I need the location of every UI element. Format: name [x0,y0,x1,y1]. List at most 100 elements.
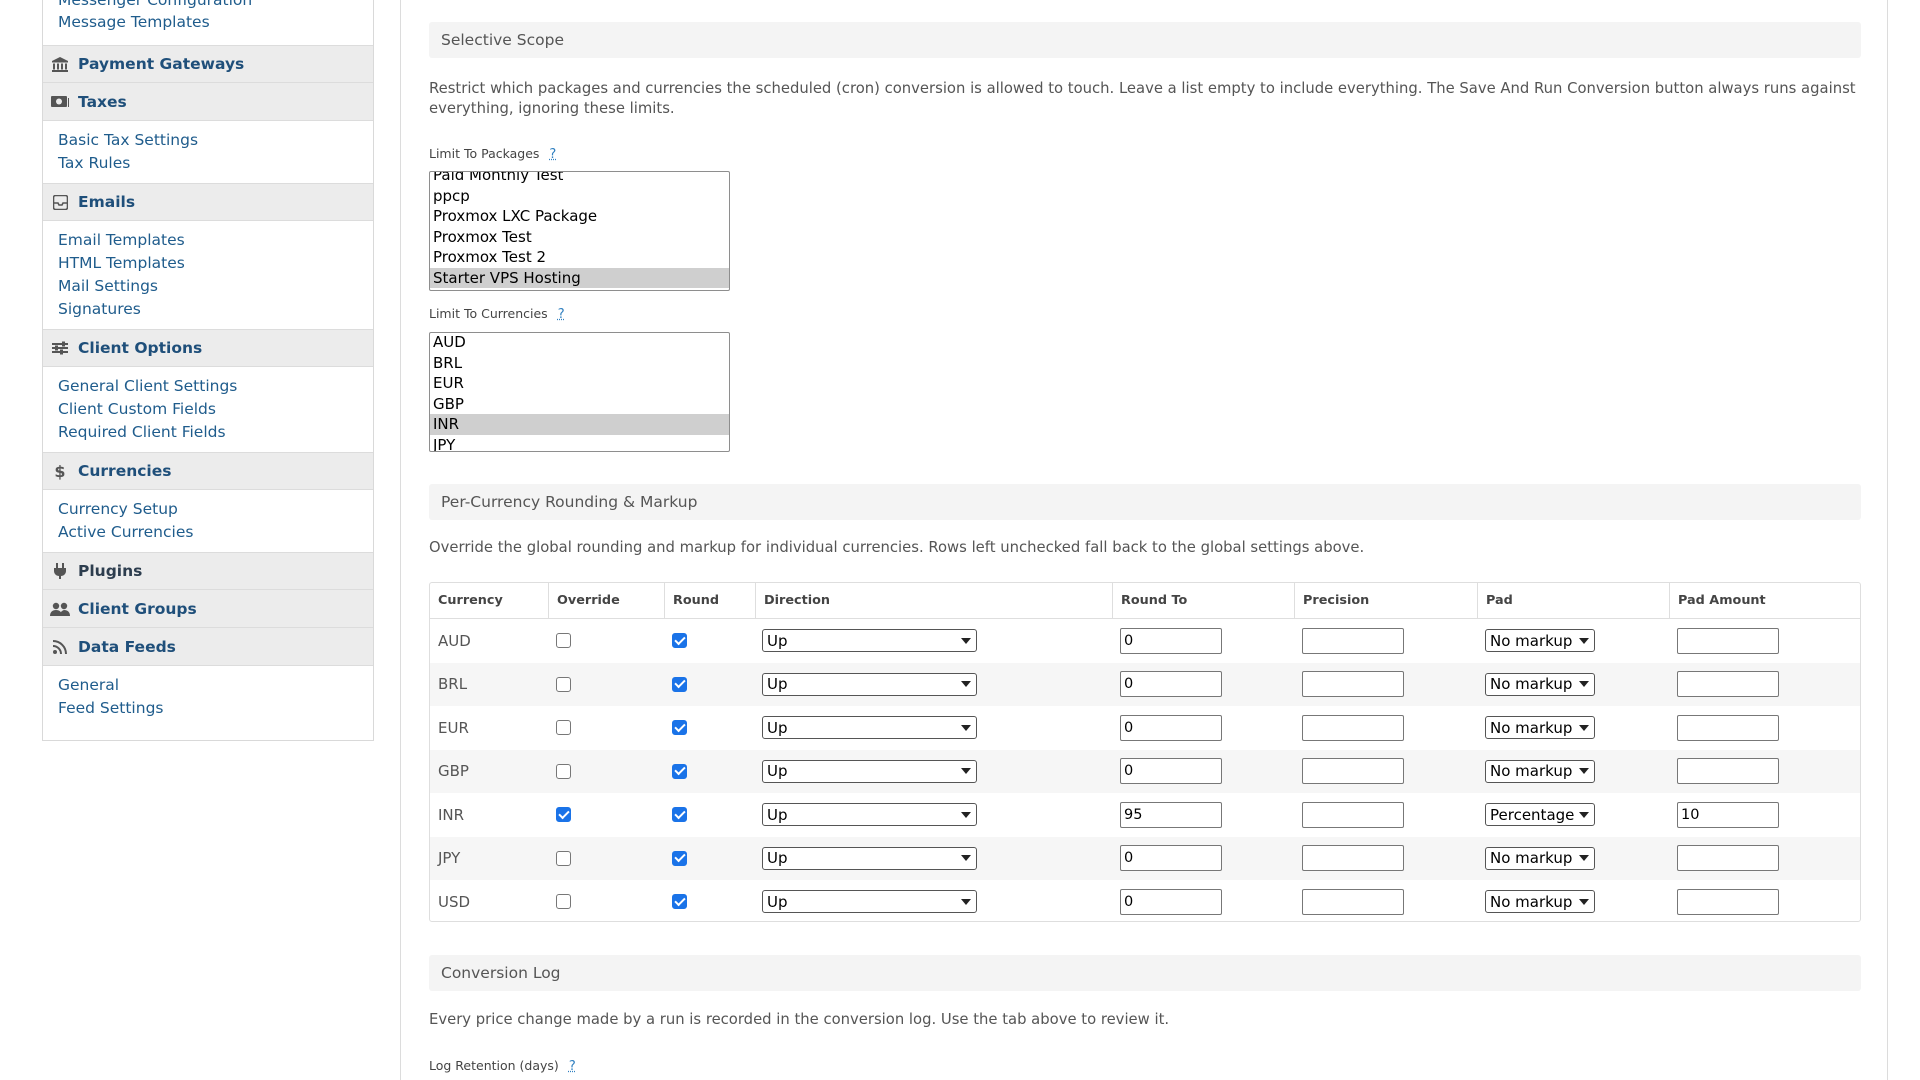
currency-option-selected[interactable]: INR [430,414,729,435]
sidebar-link-feed-settings[interactable]: Feed Settings [58,697,358,720]
limit-currencies-listbox[interactable]: AUD BRL EUR GBP INR JPY [429,332,730,452]
override-checkbox[interactable] [556,720,571,735]
direction-select[interactable]: Up [762,673,977,696]
help-icon[interactable]: ? [549,147,556,162]
round-to-input[interactable]: 0 [1120,628,1222,654]
currency-option[interactable]: JPY [430,435,729,453]
direction-select[interactable]: Up [762,716,977,739]
direction-cell: Up [762,619,977,663]
sidebar-section-payment-gateways[interactable]: Payment Gateways [43,45,373,83]
table-row: AUD Up 0 No markup [430,619,1860,663]
override-cell [556,750,571,794]
sidebar-link-email-templates[interactable]: Email Templates [58,229,358,252]
round-to-input[interactable]: 0 [1120,845,1222,871]
round-to-input[interactable]: 0 [1120,671,1222,697]
override-checkbox[interactable] [556,633,571,648]
override-checkbox[interactable] [556,807,571,822]
currency-option[interactable]: AUD [430,332,729,353]
currency-option[interactable]: GBP [430,394,729,415]
precision-input[interactable] [1302,889,1404,915]
chevron-down-icon [1579,768,1589,774]
col-header-override: Override [548,583,664,618]
direction-select[interactable]: Up [762,760,977,783]
override-checkbox[interactable] [556,894,571,909]
round-to-input[interactable]: 0 [1120,758,1222,784]
sidebar-link-tax-rules[interactable]: Tax Rules [58,152,358,175]
sidebar-section-label: Emails [78,193,135,211]
pad-amount-input[interactable] [1677,758,1779,784]
pad-amount-input[interactable] [1677,889,1779,915]
direction-select[interactable]: Up [762,803,977,826]
pad-select[interactable]: No markup [1485,760,1595,783]
pad-amount-input[interactable] [1677,715,1779,741]
sidebar-link-message-templates[interactable]: Message Templates [58,11,358,34]
precision-input[interactable] [1302,628,1404,654]
rounding-table: Currency Override Round Direction Round … [429,582,1861,922]
round-checkbox[interactable] [672,894,687,909]
package-option[interactable]: ppcp [430,186,729,207]
override-checkbox[interactable] [556,764,571,779]
currency-option[interactable]: BRL [430,353,729,374]
sidebar-link-currency-setup[interactable]: Currency Setup [58,498,358,521]
help-icon[interactable]: ? [569,1059,576,1074]
package-option[interactable]: Proxmox Test 2 [430,247,729,268]
pad-select[interactable]: Percentage [1485,803,1595,826]
pad-select[interactable]: No markup [1485,629,1595,652]
sidebar-currencies-links: Currency Setup Active Currencies [43,490,373,552]
package-option-selected[interactable]: Starter VPS Hosting [430,268,729,289]
direction-select[interactable]: Up [762,890,977,913]
pad-select[interactable]: No markup [1485,890,1595,913]
limit-packages-listbox[interactable]: Paid Monthly Test ppcp Proxmox LXC Packa… [429,171,730,291]
precision-input[interactable] [1302,671,1404,697]
pad-amount-input[interactable] [1677,628,1779,654]
sidebar-link-client-custom-fields[interactable]: Client Custom Fields [58,398,358,421]
precision-cell [1302,619,1404,663]
precision-input[interactable] [1302,845,1404,871]
pad-select[interactable]: No markup [1485,673,1595,696]
sidebar-link-general[interactable]: General [58,674,358,697]
override-checkbox[interactable] [556,677,571,692]
round-checkbox[interactable] [672,677,687,692]
sidebar-link-active-currencies[interactable]: Active Currencies [58,521,358,544]
round-checkbox[interactable] [672,851,687,866]
help-icon[interactable]: ? [558,307,565,322]
sidebar-link-signatures[interactable]: Signatures [58,298,358,321]
round-checkbox[interactable] [672,807,687,822]
precision-input[interactable] [1302,758,1404,784]
round-to-input[interactable]: 0 [1120,715,1222,741]
pad-amount-input[interactable]: 10 [1677,802,1779,828]
sidebar-link-required-client-fields[interactable]: Required Client Fields [58,421,358,444]
package-option[interactable]: Paid Monthly Test [430,171,729,186]
sidebar-section-plugins[interactable]: Plugins [43,552,373,590]
pad-amount-input[interactable] [1677,845,1779,871]
pad-amount-input[interactable] [1677,671,1779,697]
pad-select[interactable]: No markup [1485,847,1595,870]
sidebar-link-html-templates[interactable]: HTML Templates [58,252,358,275]
log-retention-label: Log Retention (days) [429,1058,559,1073]
sidebar-link-mail-settings[interactable]: Mail Settings [58,275,358,298]
round-checkbox[interactable] [672,720,687,735]
sidebar-section-emails[interactable]: Emails [43,183,373,221]
precision-input[interactable] [1302,802,1404,828]
sidebar-link-general-client-settings[interactable]: General Client Settings [58,375,358,398]
round-to-input[interactable]: 0 [1120,889,1222,915]
sidebar-section-data-feeds[interactable]: Data Feeds [43,628,373,666]
table-header-row: Currency Override Round Direction Round … [430,583,1860,619]
sidebar-section-client-groups[interactable]: Client Groups [43,590,373,628]
log-retention-label-row: Log Retention (days)? [429,1058,576,1074]
sidebar-section-currencies[interactable]: $ Currencies [43,452,373,490]
sidebar-section-taxes[interactable]: Taxes [43,83,373,121]
override-checkbox[interactable] [556,851,571,866]
round-to-input[interactable]: 95 [1120,802,1222,828]
direction-select[interactable]: Up [762,629,977,652]
sidebar-section-client-options[interactable]: Client Options [43,329,373,367]
round-checkbox[interactable] [672,633,687,648]
round-checkbox[interactable] [672,764,687,779]
package-option[interactable]: Proxmox LXC Package [430,206,729,227]
precision-input[interactable] [1302,715,1404,741]
pad-select[interactable]: No markup [1485,716,1595,739]
package-option[interactable]: Proxmox Test [430,227,729,248]
direction-select[interactable]: Up [762,847,977,870]
currency-option[interactable]: EUR [430,373,729,394]
sidebar-link-basic-tax-settings[interactable]: Basic Tax Settings [58,129,358,152]
